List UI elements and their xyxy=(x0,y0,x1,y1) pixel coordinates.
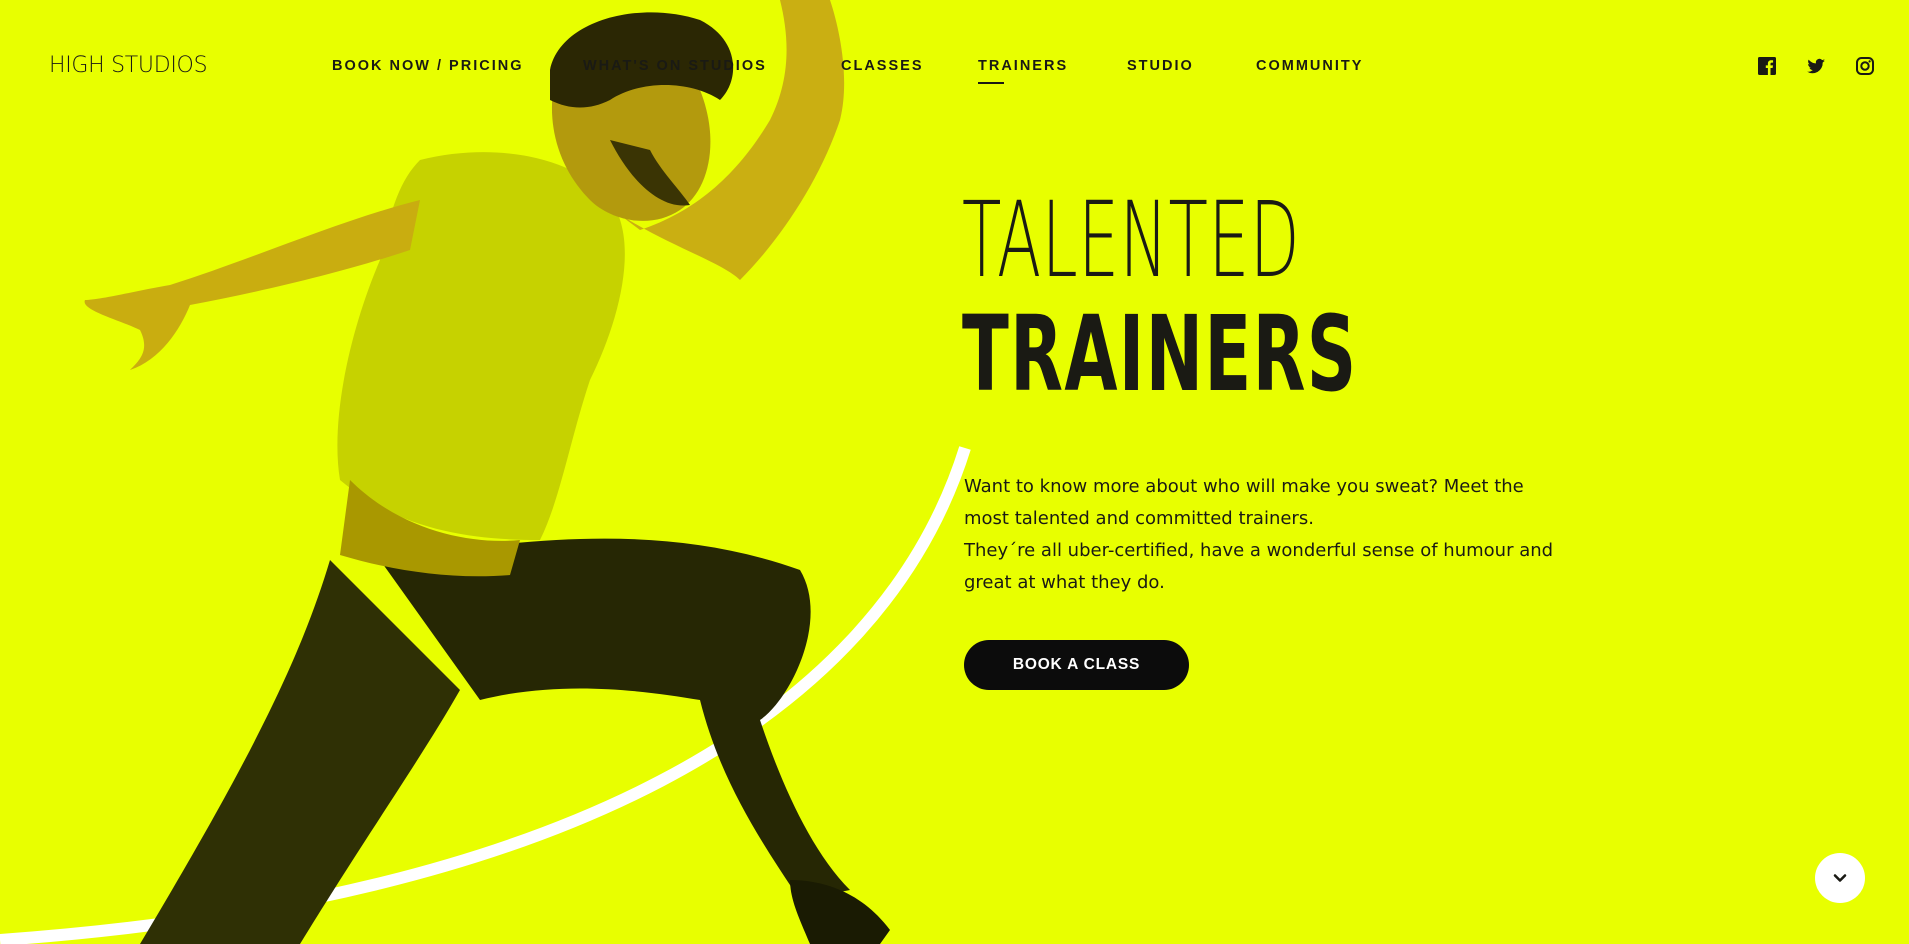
nav-item-book-now-pricing[interactable]: BOOK NOW / PRICING xyxy=(332,58,523,74)
twitter-icon[interactable] xyxy=(1806,56,1826,76)
hero-description: Want to know more about who will make yo… xyxy=(964,471,1564,599)
title-line-bold: TRAINERS xyxy=(962,293,1358,415)
instagram-icon[interactable] xyxy=(1855,56,1875,76)
site-logo[interactable]: HIGH STUDIOS xyxy=(49,53,208,78)
hero-athlete-image xyxy=(0,0,971,944)
title-line-light: TALENTED xyxy=(962,179,1301,301)
nav-item-classes[interactable]: CLASSES xyxy=(841,58,924,74)
nav-item-studio[interactable]: STUDIO xyxy=(1127,58,1194,74)
nav-item-whats-on-studios[interactable]: WHAT'S ON STUDIOS xyxy=(583,58,767,74)
nav-item-trainers[interactable]: TRAINERS xyxy=(978,58,1068,84)
chevron-down-icon xyxy=(1833,874,1847,882)
nav-item-community[interactable]: COMMUNITY xyxy=(1256,58,1363,74)
facebook-icon[interactable] xyxy=(1757,56,1777,76)
social-links xyxy=(1757,56,1875,76)
scroll-down-button[interactable] xyxy=(1815,853,1865,903)
page-title: TALENTED TRAINERS xyxy=(962,188,1561,406)
description-paragraph-2: They´re all uber-certified, have a wonde… xyxy=(964,540,1554,593)
book-a-class-button[interactable]: BOOK A CLASS xyxy=(964,640,1189,690)
description-paragraph-1: Want to know more about who will make yo… xyxy=(964,476,1524,529)
